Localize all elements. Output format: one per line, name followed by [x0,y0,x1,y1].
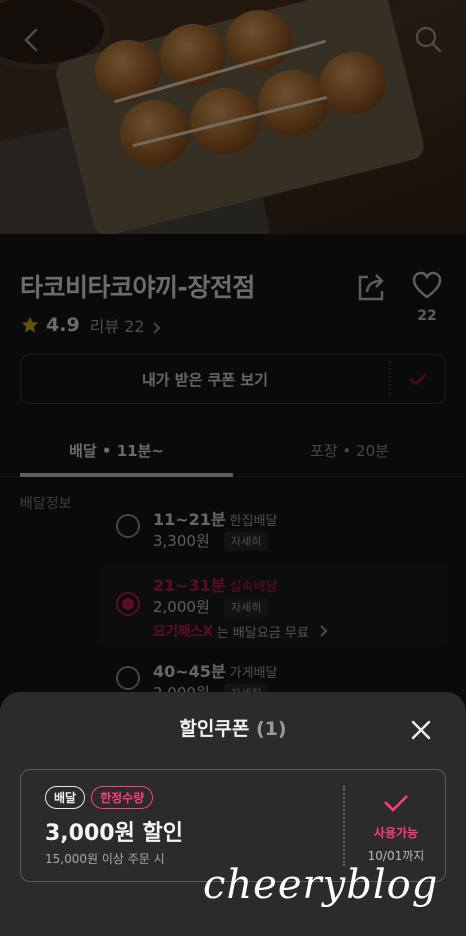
check-icon [409,373,427,386]
sheet-title-text: 할인쿠폰 [179,718,250,740]
promo-text: 는 배달요금 무료 [216,625,309,641]
detail-button[interactable]: 자세히 [224,597,269,617]
my-coupons-button[interactable]: 내가 받은 쿠폰 보기 [20,354,446,404]
delivery-option-single[interactable]: 11~21분 한집배달 3,300원 자세히 [100,506,446,552]
search-button[interactable] [410,22,446,58]
order-type-tabs: 배달 • 11분~ 포장 • 20분 [0,424,466,477]
delivery-info-label: 배달정보 [20,496,72,512]
close-button[interactable] [405,714,437,746]
favorite-count: 22 [417,308,437,324]
heart-icon [412,271,442,299]
coupon-check-button[interactable] [391,355,445,403]
back-button[interactable] [14,22,50,58]
delivery-fee: 2,000원 [153,598,210,616]
tab-takeout[interactable]: 포장 • 20분 [233,424,466,476]
store-name: 타코비타코야끼-장전점 [20,273,255,302]
delivery-time-value: 40~45분 [153,662,226,681]
rating-score: 4.9 [46,314,80,336]
takoyaki-ball [320,52,386,114]
sheet-title: 할인쿠폰 (1) [0,714,466,741]
check-icon [384,795,408,812]
badge-limited: 한정수량 [91,786,154,809]
badge-delivery: 배달 [45,786,86,809]
delivery-time: 40~45분 가게배달 [153,658,278,682]
store-hero-image [0,0,466,234]
delivery-fee: 3,300원 [153,532,210,550]
yogipass-logo: 요기패스X [153,624,213,640]
favorite-button[interactable]: 22 [409,270,445,330]
coupon-status: 사용가능 [373,826,419,840]
delivery-kind: 한집배달 [229,514,278,529]
delivery-kind: 실속배달 [229,580,278,595]
coupon-badges: 배달 한정수량 [45,786,154,809]
coupon-amount: 3,000원 할인 [45,821,183,846]
review-link[interactable]: 리뷰 22 [90,313,162,337]
tab-active-indicator [20,473,233,477]
review-count: 리뷰 22 [89,317,145,336]
coupon-count: (1) [255,718,287,740]
delivery-time: 21~31분 실속배달 [153,572,278,596]
search-icon [415,26,442,53]
chevron-right-icon [320,625,328,637]
close-icon [411,720,431,740]
back-arrow-icon [24,28,38,52]
share-icon [358,274,384,301]
chevron-right-icon [153,321,160,334]
radio-button[interactable] [116,514,140,538]
star-icon [21,316,39,333]
my-coupons-label: 내가 받은 쿠폰 보기 [141,370,269,389]
watermark: cheeryblog [203,862,439,908]
coupon-condition: 15,000원 이상 주문 시 [45,852,165,866]
delivery-time: 11~21분 한집배달 [153,506,278,530]
delivery-time-value: 21~31분 [153,576,226,595]
tab-delivery[interactable]: 배달 • 11분~ [0,424,233,476]
detail-button[interactable]: 자세히 [224,531,269,551]
radio-button[interactable] [116,666,140,690]
share-button[interactable] [354,270,388,304]
delivery-time-value: 11~21분 [153,510,226,529]
delivery-option-economy[interactable]: 21~31분 실속배달 2,000원 자세히 요기패스X 는 배달요금 무료 [100,564,446,646]
radio-button-selected[interactable] [116,592,140,616]
rating-row: 4.9 리뷰 22 [20,313,162,337]
delivery-kind: 가게배달 [229,666,278,681]
yogipass-promo[interactable]: 요기패스X 는 배달요금 무료 [153,621,329,641]
